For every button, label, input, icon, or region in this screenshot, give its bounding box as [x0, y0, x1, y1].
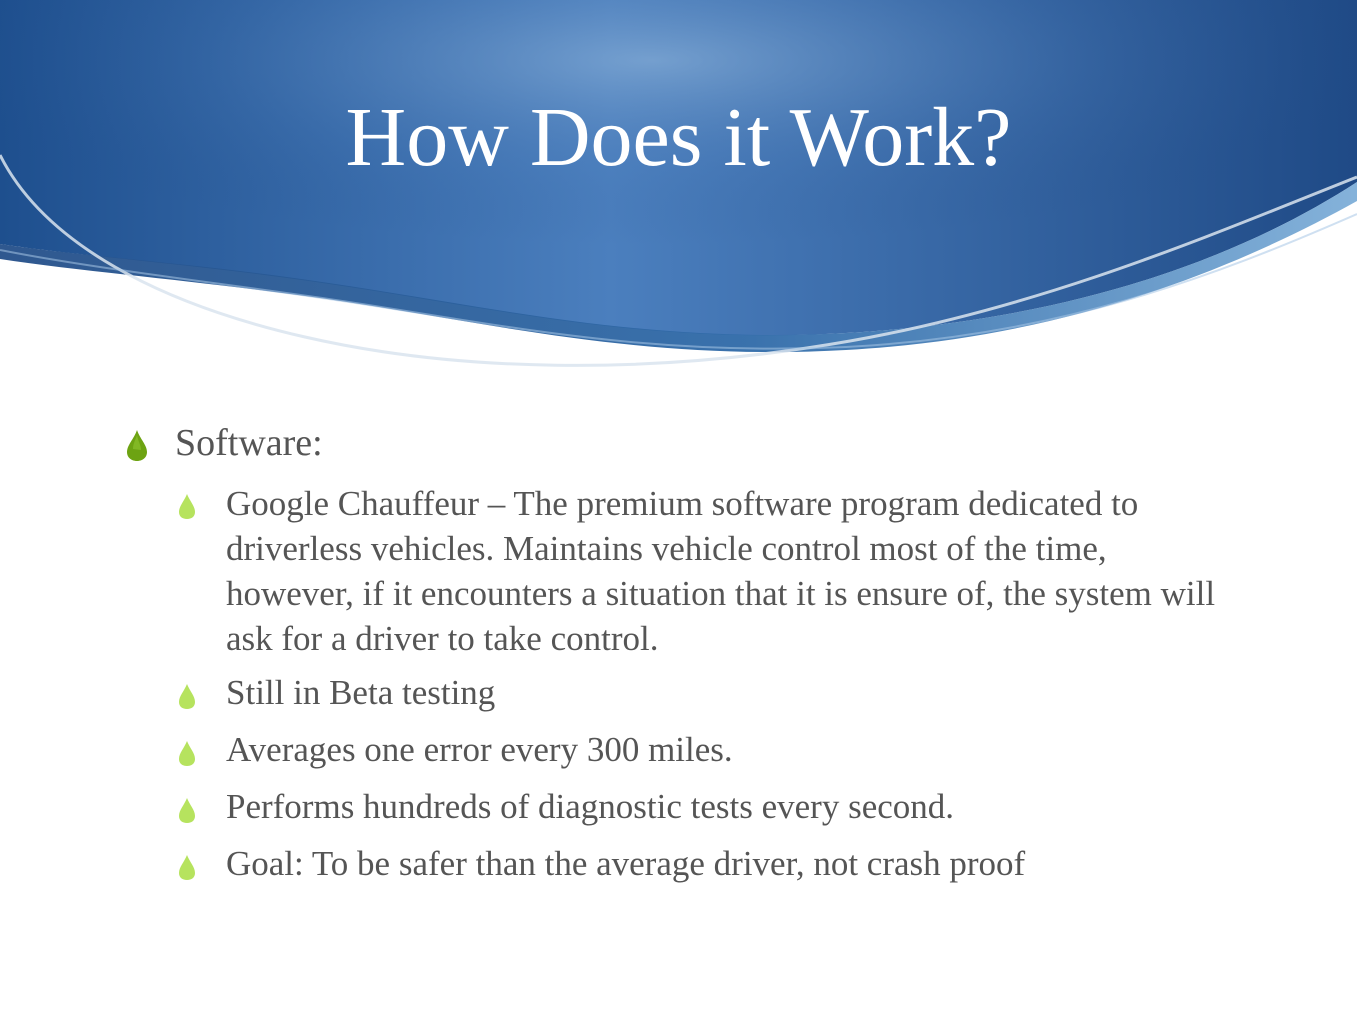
google-chauffeur-bullet: Google Chauffeur – The premium software … [226, 484, 1216, 658]
slide-content: Software: Google Chauffeur – The premium… [0, 0, 1357, 1017]
diagnostic-tests-bullet: Performs hundreds of diagnostic tests ev… [226, 787, 955, 826]
leaf-drop-icon [179, 684, 195, 709]
error-rate-bullet: Averages one error every 300 miles. [226, 730, 733, 769]
beta-testing-bullet: Still in Beta testing [226, 673, 496, 712]
leaf-drop-icon [179, 494, 195, 519]
leaf-drop-icon [179, 741, 195, 766]
presentation-slide: How Does it Work? Software: Google Chauf… [0, 0, 1357, 1017]
software-bullet: Software: [175, 422, 323, 464]
goal-bullet: Goal: To be safer than the average drive… [226, 844, 1026, 883]
leaf-drop-icon [179, 855, 195, 880]
leaf-drop-icon [127, 430, 147, 461]
leaf-drop-icon [179, 798, 195, 823]
